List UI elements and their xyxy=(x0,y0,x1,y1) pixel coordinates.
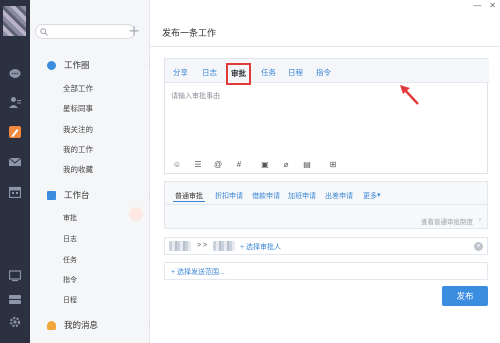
sidebar-item-following[interactable]: 我关注的 xyxy=(63,124,93,136)
emoji-icon[interactable]: ☺ xyxy=(172,160,182,170)
sidebar-item-approval[interactable]: 审批 xyxy=(63,213,77,225)
work-icon[interactable] xyxy=(9,126,21,138)
scope-row: + 选择发送范围... xyxy=(164,262,488,280)
composer-tabs: 分享 日志 审批 任务 日程 指令 xyxy=(165,59,489,85)
avatar[interactable] xyxy=(3,6,26,36)
compass-icon xyxy=(47,60,56,70)
composer-card: 分享 日志 审批 任务 日程 指令 请输入审批事由 ☺ ☰ @ # ▣ ⌀ ▤ … xyxy=(164,58,489,174)
sidebar: + 工作圈 ▲ 全部工作 星标同事 我关注的 我的工作 我的收藏 工作台 ▲ 审… xyxy=(30,0,154,343)
chat-icon[interactable] xyxy=(9,68,21,80)
approval-rule-link[interactable]: 查看普通审批制度 xyxy=(421,216,473,226)
tab-approval[interactable]: 审批 xyxy=(226,63,251,85)
sidebar-item-task[interactable]: 任务 xyxy=(63,255,77,267)
minimize-button[interactable]: — xyxy=(473,1,481,10)
contacts-icon[interactable] xyxy=(9,96,21,108)
approval-type-panel: 普通审批 折扣申请 借款申请 加班申请 出差申请 更多 ▾ 查看普通审批制度 › xyxy=(164,181,489,229)
image-icon[interactable]: ▣ xyxy=(260,160,270,170)
selected-underline xyxy=(173,201,205,202)
sidebar-item-schedule[interactable]: 日程 xyxy=(63,295,77,307)
tab-log[interactable]: 日志 xyxy=(202,67,217,79)
approvers-row: > > + 选择审批人 × xyxy=(164,237,488,255)
workbench-icon xyxy=(47,190,56,200)
storage-icon[interactable] xyxy=(9,293,21,305)
red-arrow-icon xyxy=(400,85,419,105)
sidebar-item-all-work[interactable]: 全部工作 xyxy=(63,83,93,95)
attachment-icon[interactable]: ⌀ xyxy=(281,160,291,170)
add-approver-link[interactable]: + 选择审批人 xyxy=(240,242,281,252)
send-scope-link[interactable]: + 选择发送范围... xyxy=(171,267,225,277)
notification-dot xyxy=(129,207,143,221)
mention-icon[interactable]: @ xyxy=(213,160,223,170)
table-icon[interactable]: ⊞ xyxy=(328,160,338,170)
sidebar-item-favorites[interactable]: 我的收藏 xyxy=(63,164,93,176)
approval-type-loan[interactable]: 借款申请 xyxy=(252,191,280,201)
add-button[interactable]: + xyxy=(126,21,142,41)
search-input[interactable] xyxy=(35,24,135,39)
page-title: 发布一条工作 xyxy=(162,28,217,38)
divider xyxy=(165,204,489,205)
sidebar-item-log[interactable]: 日志 xyxy=(63,234,77,246)
approval-type-general[interactable]: 普通审批 xyxy=(175,191,203,201)
tab-command[interactable]: 指令 xyxy=(316,67,331,79)
sidebar-item-starred[interactable]: 星标同事 xyxy=(63,103,93,115)
close-button[interactable]: ✕ xyxy=(489,1,496,10)
approval-type-business-trip[interactable]: 出差申请 xyxy=(325,191,353,201)
mail-icon[interactable] xyxy=(9,156,21,168)
main-panel: — ✕ 发布一条工作 分享 日志 审批 任务 日程 指令 请输入审批事由 ☺ ☰… xyxy=(150,0,500,343)
sidebar-group-messages[interactable]: 我的消息 ▼ xyxy=(47,318,167,332)
chevron-right-icon[interactable]: › xyxy=(479,216,481,223)
blurred-approver xyxy=(213,241,235,251)
hashtag-icon[interactable]: # xyxy=(234,160,244,170)
approval-type-overtime[interactable]: 加班申请 xyxy=(288,191,316,201)
chevron-down-icon[interactable]: ▾ xyxy=(377,191,381,199)
approval-type-discount[interactable]: 折扣申请 xyxy=(215,191,243,201)
monitor-icon[interactable] xyxy=(9,270,21,282)
blurred-approver xyxy=(169,241,191,251)
calendar-icon[interactable] xyxy=(9,186,21,198)
tab-task[interactable]: 任务 xyxy=(261,67,276,79)
settings-icon[interactable] xyxy=(9,316,21,328)
publish-button[interactable]: 发布 xyxy=(442,286,488,306)
sidebar-group-workbench[interactable]: 工作台 ▲ xyxy=(47,188,167,202)
list-icon[interactable]: ☰ xyxy=(193,160,203,170)
group-label: 我的消息 xyxy=(64,320,99,330)
sidebar-group-workcircle[interactable]: 工作圈 ▲ xyxy=(47,58,167,72)
sidebar-item-command[interactable]: 指令 xyxy=(63,275,77,287)
divider xyxy=(150,46,500,47)
group-label: 工作圈 xyxy=(64,60,90,70)
group-label: 工作台 xyxy=(64,190,90,200)
window-controls: — ✕ xyxy=(473,1,496,10)
tab-schedule[interactable]: 日程 xyxy=(288,67,303,79)
flow-arrow: > > xyxy=(197,242,208,249)
sidebar-item-my-work[interactable]: 我的工作 xyxy=(63,144,93,156)
document-icon[interactable]: ▤ xyxy=(302,160,312,170)
reason-input[interactable]: 请输入审批事由 xyxy=(171,91,220,101)
app-rail xyxy=(0,0,30,343)
approval-type-more[interactable]: 更多 xyxy=(363,191,377,201)
clear-icon[interactable]: × xyxy=(474,242,483,251)
search-icon xyxy=(40,28,48,36)
tab-share[interactable]: 分享 xyxy=(173,67,188,79)
bell-icon xyxy=(47,320,56,330)
